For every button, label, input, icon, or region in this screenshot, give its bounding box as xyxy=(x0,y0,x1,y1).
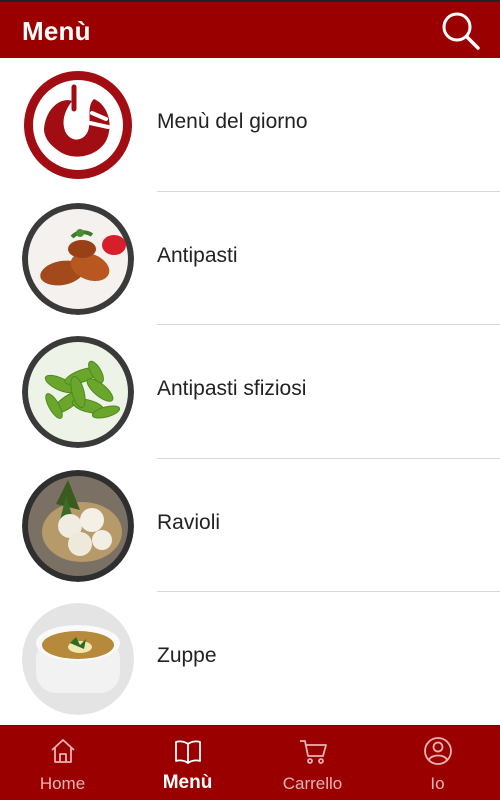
restaurant-logo xyxy=(22,69,134,181)
home-icon xyxy=(50,739,75,763)
category-label: Menù del giorno xyxy=(157,110,308,133)
tab-cart[interactable]: Carrello xyxy=(250,726,375,800)
tab-label: Carrello xyxy=(282,774,343,793)
dumplings-photo xyxy=(22,469,134,582)
tab-profile[interactable]: Io xyxy=(375,726,500,800)
bottom-tab-bar: Home Menù Carrello Io xyxy=(0,725,500,800)
user-icon xyxy=(423,737,452,765)
fried-appetizer-photo xyxy=(22,202,134,315)
page-title: Menù xyxy=(22,16,91,46)
menu-category-list: Menù del giorno Antipasti Antipasti sfiz… xyxy=(0,58,500,726)
tab-label: Io xyxy=(430,774,445,793)
search-button[interactable] xyxy=(440,10,482,52)
tab-label: Menù xyxy=(162,772,213,793)
tab-menu[interactable]: Menù xyxy=(125,726,250,800)
list-item[interactable]: Antipasti sfiziosi xyxy=(0,325,500,459)
edamame-photo xyxy=(22,336,134,448)
category-label: Ravioli xyxy=(157,510,221,534)
tab-home[interactable]: Home xyxy=(0,726,125,800)
category-label: Antipasti sfiziosi xyxy=(157,377,307,400)
cart-icon xyxy=(299,740,327,764)
book-icon xyxy=(174,740,201,764)
category-label: Zuppe xyxy=(157,644,217,667)
category-label: Antipasti xyxy=(157,243,238,267)
search-icon xyxy=(442,12,480,50)
list-item[interactable]: Zuppe xyxy=(0,592,500,726)
list-item[interactable]: Antipasti xyxy=(0,192,500,325)
app-header: Menù xyxy=(0,0,500,58)
list-item[interactable]: Ravioli xyxy=(0,459,500,592)
soup-photo xyxy=(22,603,134,715)
tab-label: Home xyxy=(39,774,86,793)
list-item[interactable]: Menù del giorno xyxy=(0,58,500,192)
